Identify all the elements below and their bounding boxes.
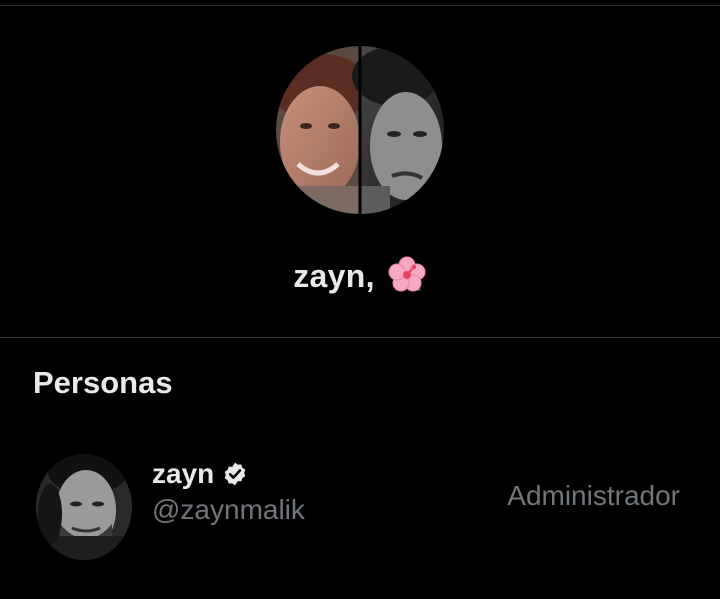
section-divider <box>0 337 720 338</box>
group-name: zayn, <box>293 257 375 294</box>
member-row[interactable]: zayn @zaynmalik Administrador <box>0 440 720 570</box>
top-divider <box>0 5 720 6</box>
member-name-line: zayn <box>152 458 248 490</box>
verified-badge-icon <box>222 461 248 487</box>
member-role: Administrador <box>507 480 680 511</box>
group-avatar[interactable] <box>276 46 444 214</box>
group-name-row: zayn, <box>0 252 720 300</box>
avatar[interactable] <box>36 454 132 560</box>
people-section-title: Personas <box>33 365 173 400</box>
hibiscus-flower-icon <box>387 256 427 296</box>
member-handle: @zaynmalik <box>152 494 305 525</box>
member-name: zayn <box>152 458 215 489</box>
